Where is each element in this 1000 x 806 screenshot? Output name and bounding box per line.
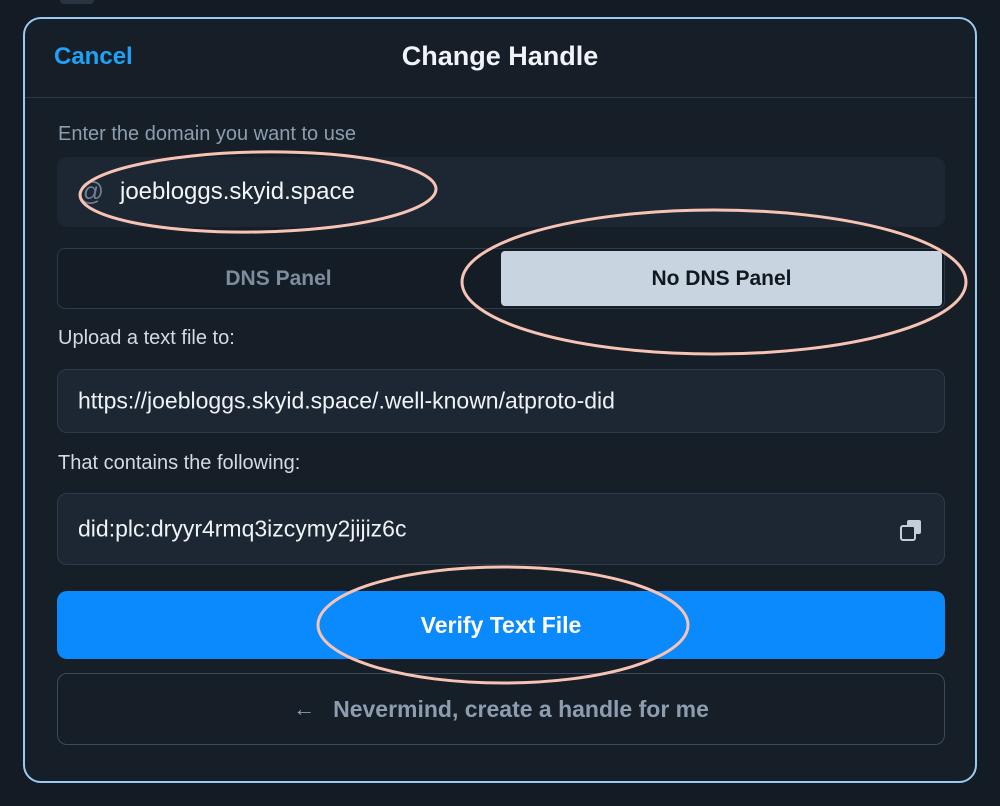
did-value: did:plc:dryyr4rmq3izcymy2jijiz6c [78,515,407,542]
domain-label: Enter the domain you want to use [58,123,356,145]
dialog-title: Change Handle [401,41,599,71]
dialog-header: Cancel Change Handle [25,19,975,98]
verify-text-file-button[interactable]: Verify Text File [57,591,945,659]
no-dns-panel-option[interactable]: No DNS Panel [501,251,942,306]
domain-input[interactable]: @ joebloggs.skyid.space [57,157,945,227]
did-value-field[interactable]: did:plc:dryyr4rmq3izcymy2jijiz6c [57,493,945,565]
upload-url-field[interactable]: https://joebloggs.skyid.space/.well-know… [57,369,945,433]
domain-input-value: joebloggs.skyid.space [120,178,355,205]
nevermind-label: Nevermind, create a handle for me [333,695,709,722]
dns-panel-option[interactable]: DNS Panel [58,249,499,308]
copy-icon[interactable] [900,519,922,541]
contents-label: That contains the following: [58,452,301,474]
arrow-left-icon: ← [293,696,316,721]
at-icon: @ [77,176,105,206]
change-handle-dialog: Cancel Change Handle Enter the domain yo… [23,17,977,783]
upload-label: Upload a text file to: [58,327,235,349]
dns-method-toggle: DNS Panel No DNS Panel [57,248,945,309]
background-tab-pill [60,0,94,4]
nevermind-button[interactable]: ← Nevermind, create a handle for me [57,673,945,745]
upload-url-value: https://joebloggs.skyid.space/.well-know… [78,387,615,414]
